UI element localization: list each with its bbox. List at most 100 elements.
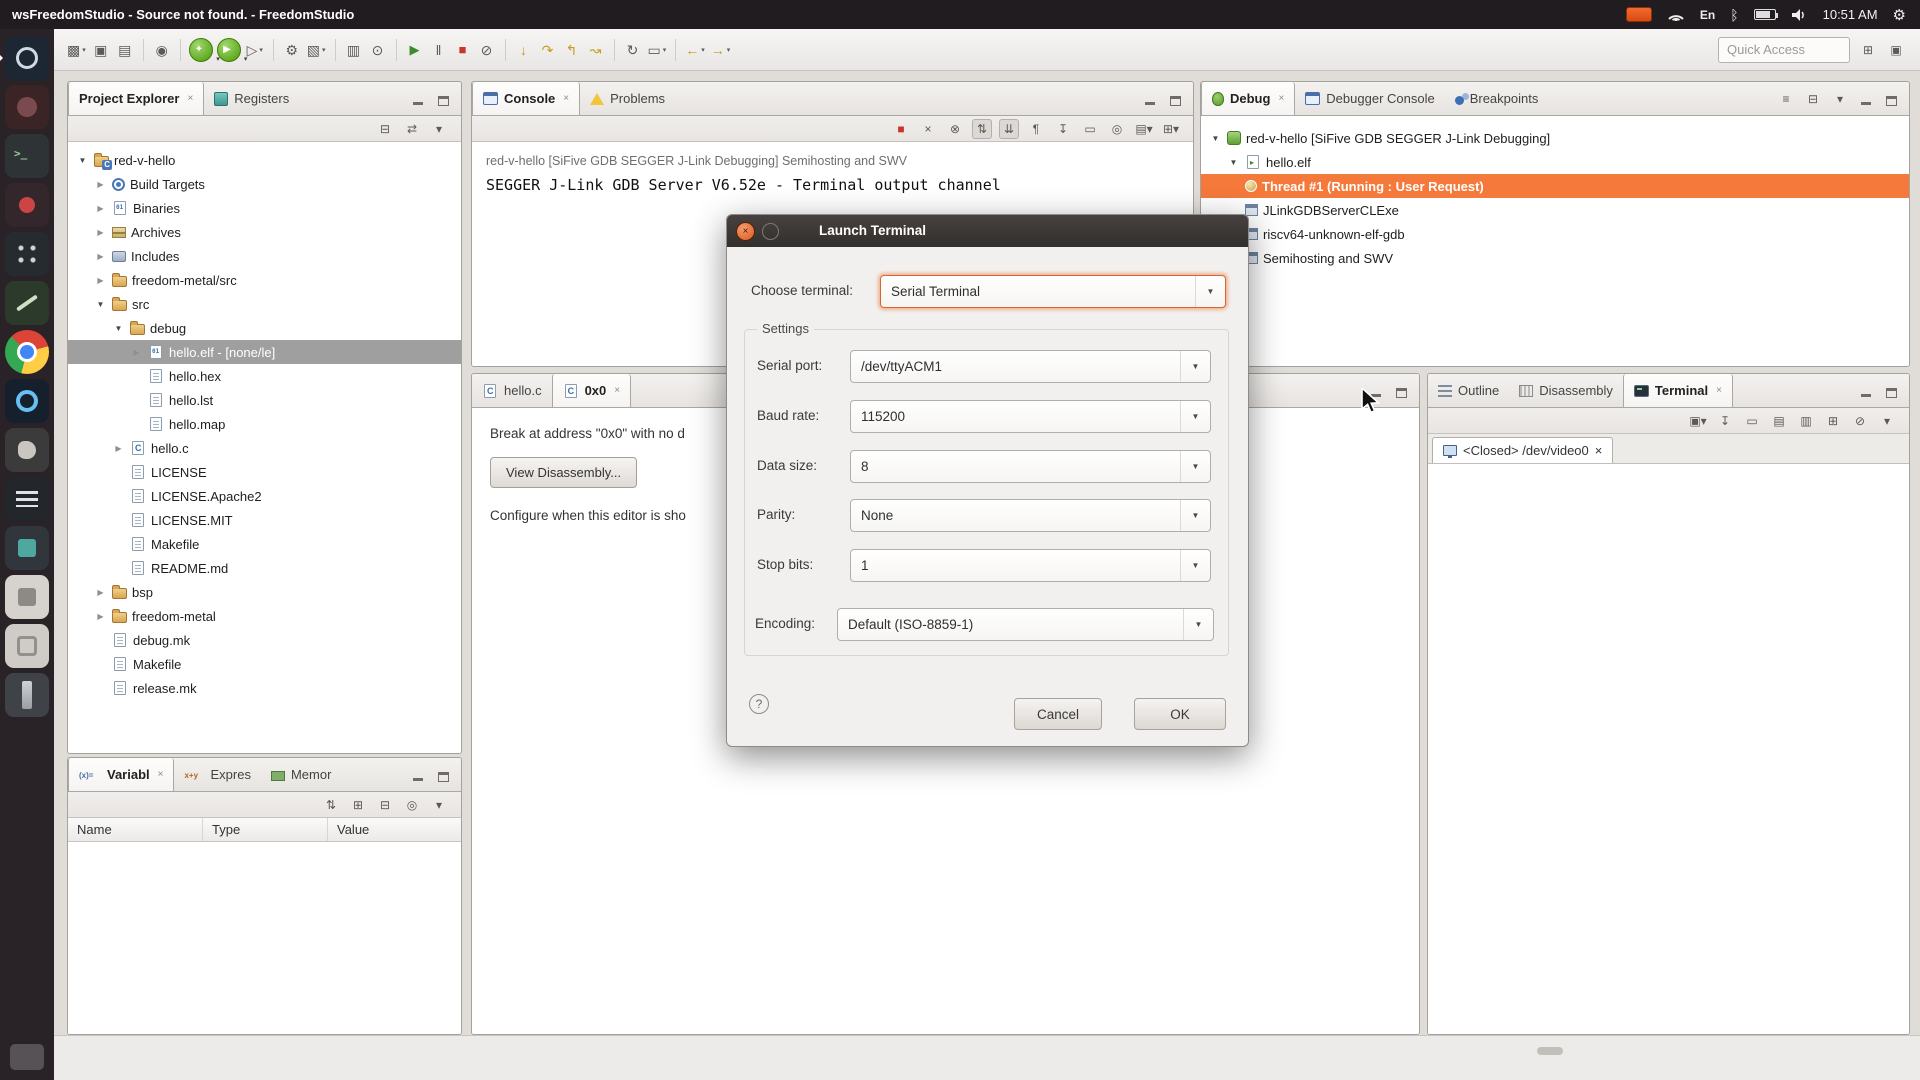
maximize-button[interactable] <box>1882 383 1900 399</box>
minimize-button[interactable] <box>1857 91 1875 107</box>
close-icon[interactable]: × <box>563 93 569 104</box>
maximize-button[interactable] <box>1166 91 1184 107</box>
dock-icon-blue-circle-app[interactable] <box>5 379 49 423</box>
tree-item[interactable]: ▼ src <box>68 292 461 316</box>
debug-tree-item[interactable]: riscv64-unknown-elf-gdb <box>1201 222 1909 246</box>
ok-button[interactable]: OK <box>1134 698 1226 730</box>
remove-launch-button[interactable]: × <box>918 119 938 139</box>
perspective-button[interactable]: ▣ <box>1886 40 1906 60</box>
scrollbar-thumb[interactable] <box>1537 1047 1563 1055</box>
gear-icon[interactable]: ⚙ <box>1893 6 1906 24</box>
step-return-button[interactable]: ↰ <box>560 37 584 63</box>
disconnect-button[interactable]: ⊘ <box>475 37 499 63</box>
dialog-maximize-button[interactable] <box>762 222 779 240</box>
tab-disassembly[interactable]: Disassembly <box>1509 374 1623 407</box>
remove-all-button[interactable]: ⊟ <box>375 795 395 815</box>
dock-icon-app-9[interactable] <box>5 428 49 472</box>
tree-item[interactable]: LICENSE <box>68 460 461 484</box>
minimize-button[interactable] <box>409 767 427 783</box>
expander-expanded-icon[interactable]: ▼ <box>94 300 107 309</box>
expander-collapsed-icon[interactable]: ▶ <box>94 276 107 285</box>
view-disassembly-button[interactable]: View Disassembly... <box>490 457 638 488</box>
help-button[interactable]: ? <box>749 694 769 714</box>
back-button[interactable]: ← ▾ <box>682 37 708 63</box>
clock[interactable]: 10:51 AM <box>1823 7 1878 22</box>
expander-collapsed-icon[interactable]: ▶ <box>94 612 107 621</box>
tree-item[interactable]: ▶ Archives <box>68 220 461 244</box>
tree-item[interactable]: ▶ Build Targets <box>68 172 461 196</box>
close-icon[interactable]: × <box>187 93 193 104</box>
restart-button[interactable]: ↻ <box>621 37 645 63</box>
expander-collapsed-icon[interactable]: ▶ <box>94 180 107 189</box>
tree-item[interactable]: ▶ bsp <box>68 580 461 604</box>
tree-item-selected[interactable]: ▶hello.elf - [none/le] <box>68 340 461 364</box>
tree-item[interactable]: hello.lst <box>68 388 461 412</box>
dock-icon-text-editor[interactable] <box>5 281 49 325</box>
dock-icon-terminal[interactable] <box>5 134 49 178</box>
serial-port-combo[interactable]: /dev/ttyACM1 ▼ <box>850 350 1211 383</box>
dock-icon-app-12[interactable] <box>5 575 49 619</box>
view-menu-button[interactable]: ▾ <box>429 119 449 139</box>
dock-icon-app-10[interactable] <box>5 477 49 521</box>
choose-terminal-combo[interactable]: Serial Terminal ▼ <box>880 275 1226 308</box>
new-wizard-button[interactable]: ▩ ▾ <box>64 37 89 63</box>
tree-item[interactable]: release.mk <box>68 676 461 700</box>
open-console-button[interactable]: ⊞ ▾ <box>1161 119 1181 139</box>
clear-terminal-button[interactable]: ▭ <box>1742 411 1762 431</box>
expander-expanded-icon[interactable]: ▼ <box>1227 158 1240 167</box>
tree-item[interactable]: hello.hex <box>68 364 461 388</box>
remove-all-launches-button[interactable]: ⊗ <box>945 119 965 139</box>
tab-variables[interactable]: Variabl × <box>68 758 175 791</box>
open-console-button[interactable]: ▥ <box>342 37 366 63</box>
open-new-view-button[interactable]: ▭ ▾ <box>645 37 670 63</box>
add-watch-button[interactable]: ⊞ <box>348 795 368 815</box>
dock-icon-app-4[interactable] <box>5 183 49 227</box>
tab-console[interactable]: Console × <box>472 82 581 115</box>
tree-item[interactable]: ▶Binaries <box>68 196 461 220</box>
battery-icon[interactable] <box>1753 9 1778 20</box>
view-menu-button[interactable]: ▾ <box>1830 89 1850 109</box>
search-button[interactable]: ⊙ <box>366 37 390 63</box>
stop-bits-combo[interactable]: 1 ▼ <box>850 549 1211 582</box>
tree-item[interactable]: ▶ freedom-metal <box>68 604 461 628</box>
dock-icon-chrome[interactable] <box>5 330 49 374</box>
collapse-all-button[interactable]: ⊟ <box>1803 89 1823 109</box>
cancel-button[interactable]: Cancel <box>1014 698 1102 730</box>
tab-hello-c[interactable]: hello.c <box>472 374 552 407</box>
tree-item[interactable]: ▶ Includes <box>68 244 461 268</box>
expander-collapsed-icon[interactable]: ▶ <box>94 252 107 261</box>
expander-collapsed-icon[interactable]: ▶ <box>94 204 107 213</box>
tab-0x0[interactable]: 0x0 × <box>551 374 632 407</box>
dock-icon-app-2[interactable] <box>5 85 49 129</box>
collapse-all-button[interactable]: ⊟ <box>375 119 395 139</box>
volume-icon[interactable] <box>1791 8 1808 22</box>
expander-expanded-icon[interactable]: ▼ <box>76 156 89 165</box>
forward-button[interactable]: → ▾ <box>708 37 734 63</box>
suspend-button[interactable]: ‖ <box>427 37 451 63</box>
tree-item[interactable]: ▼ red-v-hello <box>68 148 461 172</box>
maximize-button[interactable] <box>434 767 452 783</box>
debug-tree-item[interactable]: ▼hello.elf <box>1201 150 1909 174</box>
view-layout-button[interactable]: ≡ <box>1776 89 1796 109</box>
tree-item[interactable]: ▶ freedom-metal/src <box>68 268 461 292</box>
dock-icon-freedomstudio[interactable] <box>0 36 49 80</box>
close-icon[interactable]: × <box>1595 443 1603 458</box>
instruction-step-button[interactable]: ↝ <box>584 37 608 63</box>
tab-registers[interactable]: Registers <box>204 82 299 115</box>
network-icon[interactable] <box>1667 8 1685 21</box>
tree-item[interactable]: README.md <box>68 556 461 580</box>
dock-icon-app-11[interactable] <box>5 526 49 570</box>
baud-rate-combo[interactable]: 115200 ▼ <box>850 400 1211 433</box>
expander-expanded-icon[interactable]: ▼ <box>112 324 125 333</box>
clear-console-button[interactable]: ▭ <box>1080 119 1100 139</box>
resume-button[interactable]: ▶ <box>403 37 427 63</box>
tab-breakpoints[interactable]: Breakpoints <box>1445 82 1549 115</box>
tree-item[interactable]: ▶hello.c <box>68 436 461 460</box>
tab-project-explorer[interactable]: Project Explorer × <box>68 82 205 115</box>
dock-icon-app-13[interactable] <box>5 624 49 668</box>
pin-button[interactable]: ◎ <box>402 795 422 815</box>
tree-item[interactable]: hello.map <box>68 412 461 436</box>
run-launch-button[interactable]: ▶ ▾ <box>216 37 247 63</box>
minimize-button[interactable] <box>1857 383 1875 399</box>
debug-tree-item[interactable]: ▼ red-v-hello [SiFive GDB SEGGER J-Link D… <box>1201 126 1909 150</box>
